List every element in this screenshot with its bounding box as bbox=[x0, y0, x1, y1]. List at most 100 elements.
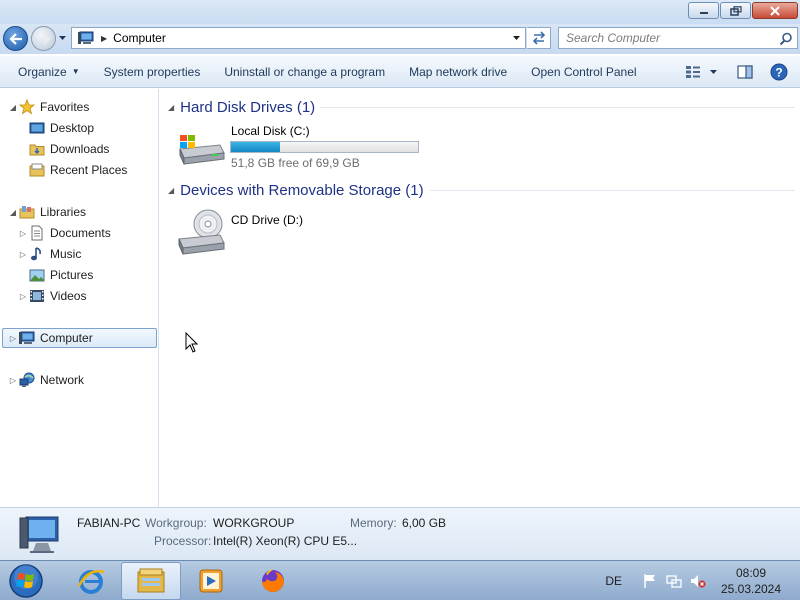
nav-recent-places[interactable]: Recent Places bbox=[28, 160, 127, 180]
computer-icon bbox=[78, 31, 94, 44]
window-controls bbox=[687, 2, 798, 19]
open-control-panel-button[interactable]: Open Control Panel bbox=[525, 56, 642, 88]
restore-button[interactable] bbox=[720, 2, 751, 19]
expand-icon[interactable]: ▷ bbox=[18, 229, 28, 238]
nav-documents[interactable]: ▷ Documents bbox=[18, 223, 111, 243]
cd-drive-icon bbox=[178, 209, 225, 255]
uninstall-program-button[interactable]: Uninstall or change a program bbox=[218, 56, 391, 88]
workgroup-value: WORKGROUP bbox=[213, 516, 295, 530]
libraries-icon bbox=[18, 204, 36, 220]
expand-icon[interactable]: ▷ bbox=[8, 334, 18, 343]
pc-name: FABIAN-PC bbox=[77, 516, 141, 530]
recent-pages-dropdown[interactable] bbox=[58, 34, 67, 42]
collapse-icon[interactable]: ◢ bbox=[168, 186, 174, 195]
collapse-icon[interactable]: ◢ bbox=[8, 208, 18, 217]
network-icon bbox=[18, 372, 36, 388]
nav-network-label: Network bbox=[40, 373, 85, 387]
pictures-icon bbox=[28, 267, 46, 283]
drive-name: Local Disk (C:) bbox=[231, 124, 310, 138]
computer-large-icon bbox=[19, 516, 59, 553]
refresh-button[interactable] bbox=[527, 27, 551, 49]
firefox-icon bbox=[262, 569, 284, 592]
nav-videos-label: Videos bbox=[50, 289, 87, 303]
nav-libraries[interactable]: ◢ Libraries bbox=[8, 202, 86, 222]
forward-arrow-icon bbox=[37, 32, 50, 45]
back-button[interactable] bbox=[3, 26, 28, 51]
close-icon bbox=[770, 5, 780, 16]
group-removable-storage[interactable]: ◢ Devices with Removable Storage (1) bbox=[168, 180, 424, 200]
taskbar-firefox[interactable] bbox=[245, 562, 301, 600]
internet-explorer-icon bbox=[77, 570, 105, 594]
nav-pictures[interactable]: Pictures bbox=[18, 265, 93, 285]
hard-disk-icon bbox=[179, 135, 225, 165]
collapse-icon[interactable]: ◢ bbox=[8, 103, 18, 112]
group-hard-disk-drives[interactable]: ◢ Hard Disk Drives (1) bbox=[168, 97, 315, 117]
nav-videos[interactable]: ▷ Videos bbox=[18, 286, 87, 306]
language-indicator[interactable]: DE bbox=[605, 574, 622, 588]
processor-value: Intel(R) Xeon(R) CPU E5... bbox=[213, 534, 358, 548]
computer-icon bbox=[18, 330, 36, 346]
restore-icon bbox=[729, 5, 742, 16]
expand-icon[interactable]: ▷ bbox=[18, 292, 28, 301]
address-dropdown-icon[interactable] bbox=[512, 34, 521, 42]
back-arrow-icon bbox=[8, 32, 22, 45]
map-network-drive-button[interactable]: Map network drive bbox=[403, 56, 513, 88]
breadcrumb-computer[interactable]: Computer bbox=[113, 31, 166, 45]
system-properties-button[interactable]: System properties bbox=[98, 56, 207, 88]
drive-cd-d[interactable]: CD Drive (D:) bbox=[176, 207, 376, 257]
nav-desktop-label: Desktop bbox=[50, 121, 95, 135]
downloads-folder-icon bbox=[28, 141, 46, 157]
command-bar: Organize ▼ System properties Uninstall o… bbox=[0, 56, 800, 88]
recent-places-icon bbox=[28, 162, 46, 178]
breadcrumb-separator-icon[interactable]: ▶ bbox=[101, 34, 107, 43]
close-button[interactable] bbox=[752, 2, 798, 19]
nav-favorites[interactable]: ◢ Favorites bbox=[8, 97, 89, 117]
nav-music-label: Music bbox=[50, 247, 82, 261]
address-bar[interactable]: ▶ Computer bbox=[71, 27, 526, 49]
star-icon bbox=[18, 99, 36, 115]
nav-libraries-label: Libraries bbox=[40, 205, 87, 219]
help-button[interactable]: ? bbox=[766, 61, 792, 83]
nav-music[interactable]: ▷ Music bbox=[18, 244, 81, 264]
nav-computer-label: Computer bbox=[40, 331, 93, 345]
svg-text:?: ? bbox=[775, 66, 782, 80]
forward-button[interactable] bbox=[31, 26, 56, 51]
search-icon[interactable] bbox=[779, 32, 793, 46]
workgroup-label: Workgroup: bbox=[145, 516, 207, 530]
collapse-icon[interactable]: ◢ bbox=[168, 103, 174, 112]
group-divider bbox=[430, 190, 795, 191]
start-button[interactable] bbox=[4, 562, 48, 600]
address-toolbar: ▶ Computer bbox=[0, 24, 800, 54]
disk-usage-bar bbox=[230, 141, 419, 153]
nav-computer[interactable]: ▷ Computer bbox=[2, 328, 157, 348]
search-box[interactable] bbox=[558, 27, 798, 49]
action-center-flag-icon[interactable] bbox=[642, 573, 658, 589]
preview-pane-button[interactable] bbox=[732, 61, 758, 83]
nav-documents-label: Documents bbox=[50, 226, 111, 240]
taskbar-internet-explorer[interactable] bbox=[63, 562, 119, 600]
expand-icon[interactable]: ▷ bbox=[8, 376, 18, 385]
minimize-button[interactable] bbox=[688, 2, 719, 19]
network-status-icon[interactable] bbox=[666, 573, 682, 589]
system-tray: DE 08:09 25.03.2024 bbox=[605, 561, 800, 600]
disk-usage-fill bbox=[231, 142, 280, 152]
taskbar-media-player[interactable] bbox=[183, 562, 239, 600]
search-input[interactable] bbox=[559, 28, 769, 48]
refresh-icon bbox=[532, 31, 545, 45]
expand-icon[interactable]: ▷ bbox=[18, 250, 28, 259]
nav-network[interactable]: ▷ Network bbox=[8, 370, 84, 390]
nav-desktop[interactable]: Desktop bbox=[28, 118, 94, 138]
title-bar[interactable] bbox=[0, 0, 800, 24]
organize-button[interactable]: Organize ▼ bbox=[12, 56, 86, 88]
taskbar-windows-explorer[interactable] bbox=[121, 562, 181, 600]
windows-orb-icon bbox=[9, 564, 43, 598]
drive-local-disk-c[interactable]: Local Disk (C:) 51,8 GB free of 69,9 GB bbox=[176, 121, 456, 170]
change-view-button[interactable] bbox=[682, 61, 722, 83]
documents-icon bbox=[28, 225, 46, 241]
clock[interactable]: 08:09 25.03.2024 bbox=[716, 565, 786, 597]
view-options-icon bbox=[686, 66, 717, 78]
chevron-down-icon: ▼ bbox=[71, 67, 80, 76]
nav-downloads[interactable]: Downloads bbox=[28, 139, 109, 159]
nav-pictures-label: Pictures bbox=[50, 268, 94, 282]
volume-muted-icon[interactable] bbox=[690, 573, 706, 589]
